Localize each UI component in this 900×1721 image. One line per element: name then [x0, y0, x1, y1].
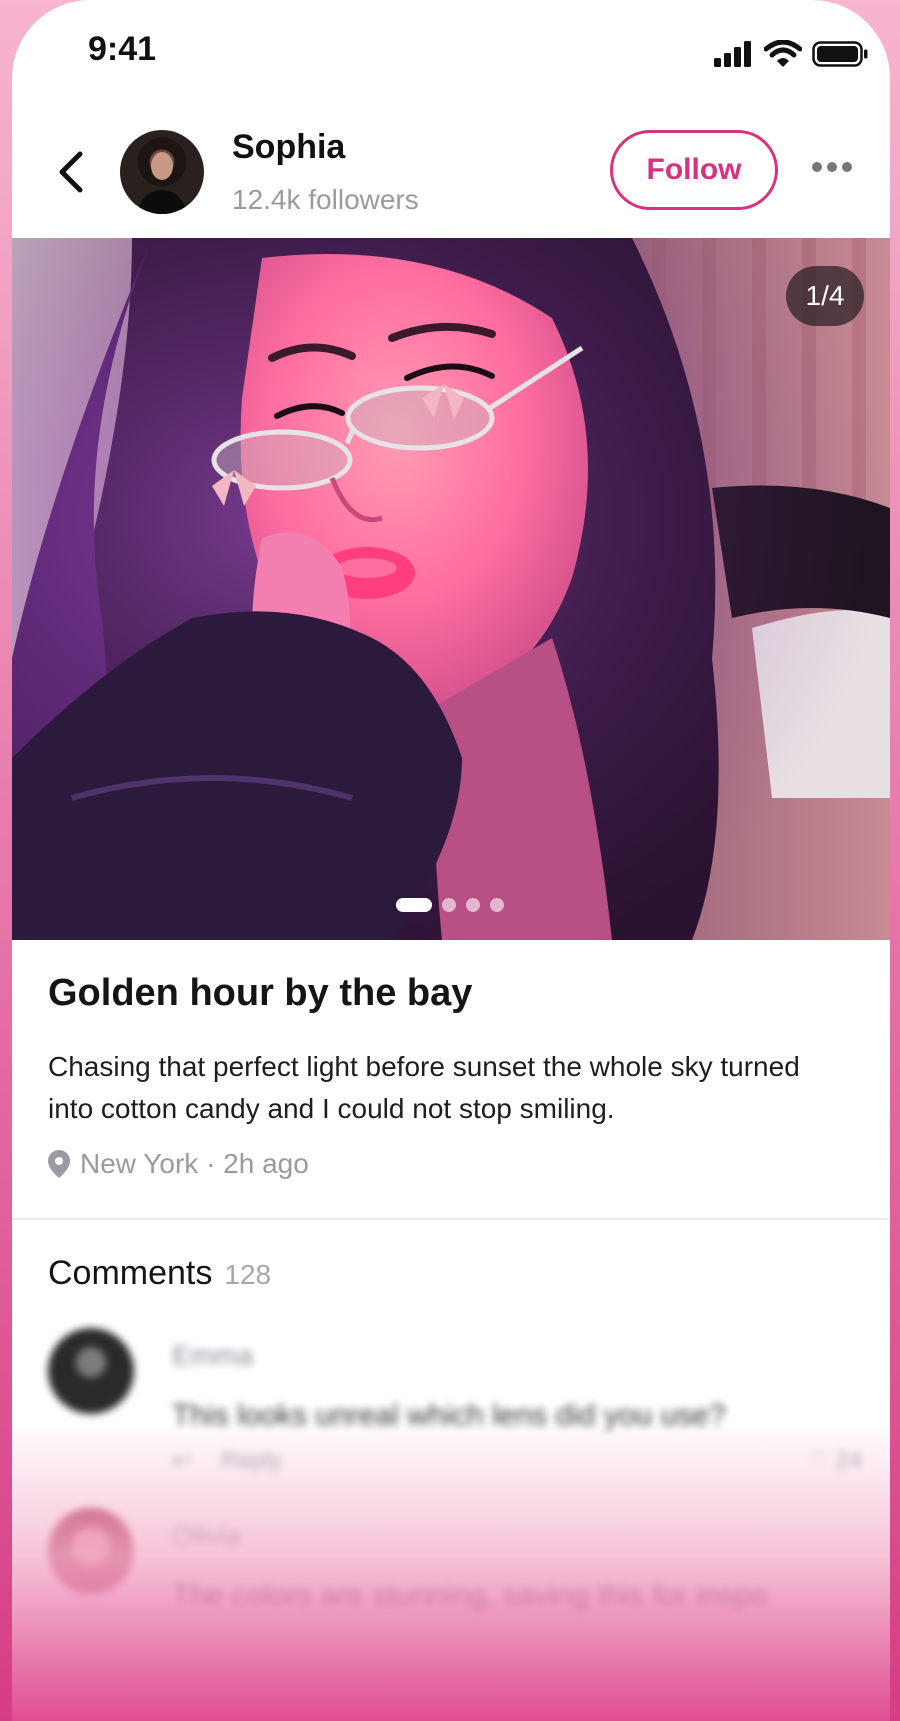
comments-count: 128 [224, 1259, 272, 1290]
carousel-dot[interactable] [442, 898, 456, 912]
comments-title: Comments [48, 1254, 213, 1292]
comment-item[interactable]: Olivia The colors are stunning, saving t… [48, 1508, 868, 1708]
photo-illustration [12, 238, 890, 940]
location-pin-icon [48, 1150, 70, 1178]
comment-avatar[interactable] [48, 1328, 134, 1414]
comments-header: Comments 128 [48, 1254, 271, 1293]
comment-author[interactable]: Emma [172, 1340, 253, 1372]
carousel-dot[interactable] [466, 898, 480, 912]
status-icons [714, 39, 868, 73]
comment-avatar[interactable] [48, 1508, 134, 1594]
divider [12, 1218, 890, 1220]
back-button[interactable] [52, 150, 92, 194]
battery-icon [812, 41, 868, 72]
slide-counter: 1/4 [786, 266, 864, 326]
more-options-icon[interactable] [812, 160, 852, 174]
follow-button[interactable]: Follow [610, 130, 778, 210]
reply-button[interactable]: Reply [221, 1447, 282, 1474]
user-avatar[interactable] [120, 130, 204, 214]
comment-item[interactable]: Emma This looks unreal which lens did yo… [48, 1328, 868, 1488]
carousel-dot-active[interactable] [396, 898, 432, 912]
reply-icon[interactable]: ↩ [172, 1447, 192, 1474]
post-photo[interactable]: 1/4 [12, 238, 890, 940]
heart-icon: ♡ [807, 1447, 829, 1474]
comment-text: This looks unreal which lens did you use… [172, 1399, 726, 1432]
post-location-time: New York · 2h ago [80, 1148, 309, 1179]
post-caption: Chasing that perfect light before sunset… [48, 1051, 800, 1124]
comment-text: The colors are stunning, saving this for… [172, 1579, 768, 1612]
status-time: 9:41 [88, 30, 157, 68]
comment-likes[interactable]: ♡ 24 [807, 1446, 862, 1475]
chevron-left-icon [59, 151, 83, 193]
phone-screen: 9:41 Sophia 12.4k followers Follow 1/4 G… [12, 0, 890, 1721]
comment-like-count: 24 [835, 1447, 862, 1474]
carousel-dots [396, 898, 504, 912]
post-meta: New York · 2h ago [48, 1148, 309, 1180]
comment-actions: ↩ Reply ♡ 24 [172, 1446, 862, 1475]
comment-author[interactable]: Olivia [172, 1520, 242, 1552]
follower-count: 12.4k followers [232, 184, 419, 215]
user-name[interactable]: Sophia [232, 128, 345, 167]
cellular-signal-icon [714, 41, 754, 72]
wifi-icon [763, 39, 803, 73]
carousel-dot[interactable] [490, 898, 504, 912]
post-title: Golden hour by the bay [48, 972, 473, 1014]
